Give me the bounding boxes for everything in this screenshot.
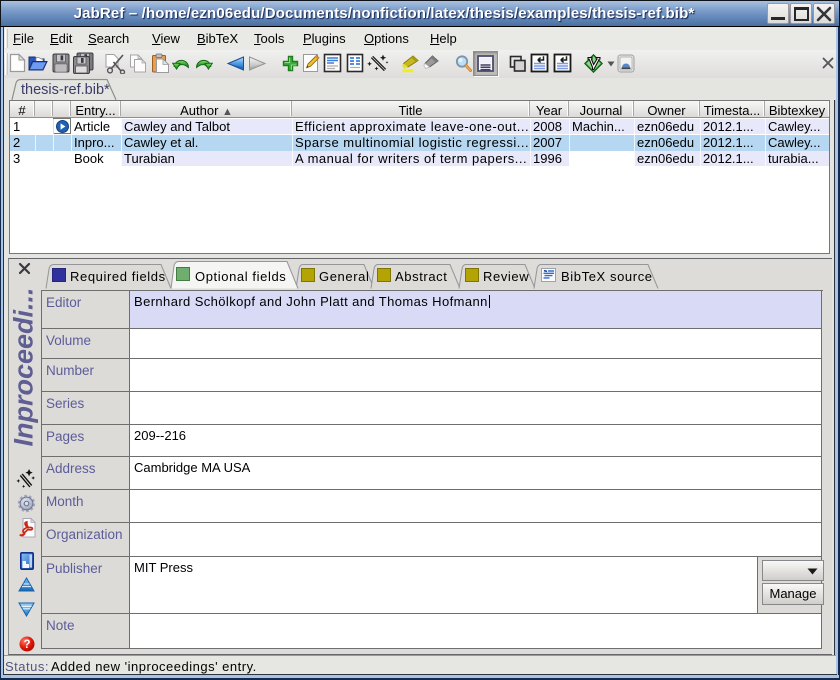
svg-text:?: ?: [23, 639, 30, 651]
